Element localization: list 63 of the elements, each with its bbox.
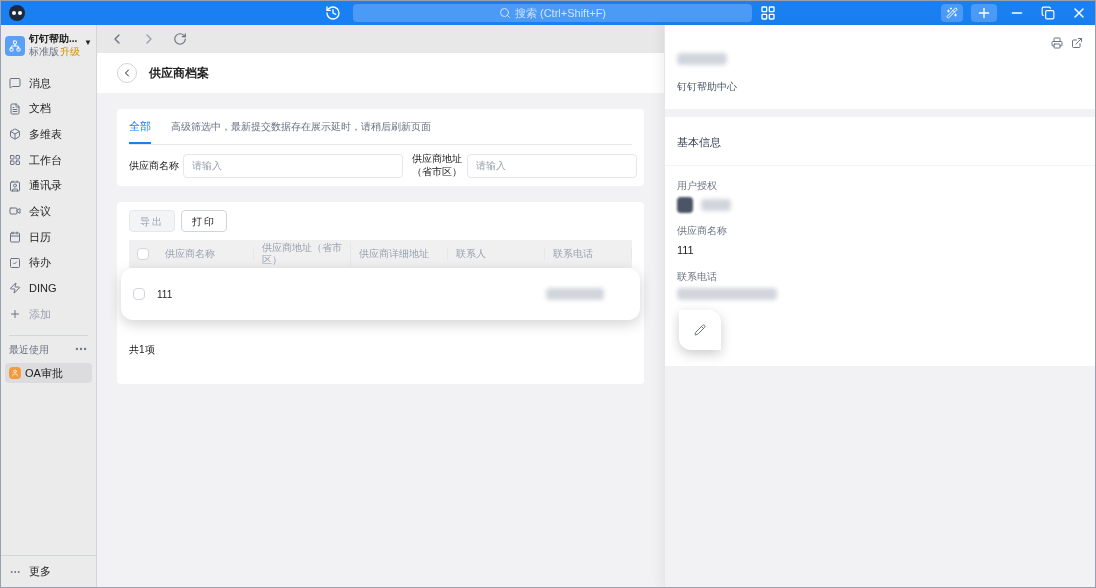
restore-icon[interactable] (1041, 6, 1055, 20)
grid-icon (9, 153, 21, 166)
field-label: 供应商名称 (677, 224, 728, 238)
print-icon[interactable] (1051, 37, 1063, 49)
share-icon[interactable] (1071, 37, 1083, 49)
contact-card-icon (9, 179, 21, 192)
avatar (677, 197, 693, 213)
magic-wand-button[interactable] (941, 4, 963, 22)
sidebar-item[interactable]: 待办 (1, 249, 96, 276)
sidebar-item[interactable]: 消息 (1, 70, 96, 96)
sidebar-item[interactable]: 会议 (1, 198, 96, 225)
toolbar-button[interactable]: 打印 (181, 210, 227, 232)
field-value: 111 (677, 243, 695, 258)
calendar-icon (9, 230, 21, 243)
magic-wand-icon (946, 7, 958, 19)
total-count: 共1项 (129, 344, 155, 355)
sidebar-item[interactable]: DING (1, 275, 96, 302)
message-icon (9, 76, 21, 89)
cube-icon (9, 128, 21, 141)
edition-label: 标准版 (29, 45, 59, 58)
document-icon (9, 102, 21, 115)
sidebar-item[interactable]: 通讯录 (1, 172, 96, 199)
filter-label: 供应商名称 (129, 159, 179, 173)
blurred-user-name (701, 199, 731, 211)
filter-input[interactable]: 请输入 (183, 153, 403, 178)
sidebar-item[interactable]: 工作台 (1, 147, 96, 173)
sidebar-item[interactable]: 文档 (1, 95, 96, 122)
pencil-icon (694, 323, 706, 336)
blurred-phone (546, 288, 604, 300)
apps-icon[interactable] (760, 5, 776, 21)
filter-label: 供应商地址（省市区） (411, 153, 463, 178)
checkbox-icon (9, 256, 21, 269)
search-icon (498, 7, 511, 19)
history-icon[interactable] (325, 5, 341, 21)
app-icon (9, 366, 21, 379)
table-cell-text: 111 (157, 287, 173, 302)
more-link[interactable]: 更多 (29, 563, 51, 580)
section-title: 基本信息 (677, 136, 721, 148)
checkbox[interactable] (137, 248, 149, 260)
page-title: 供应商档案 (149, 65, 209, 82)
section-title: 最近使用 (9, 342, 49, 357)
row-checkbox[interactable] (133, 288, 145, 300)
recent-item[interactable]: OA审批 (5, 362, 92, 383)
app-logo-icon[interactable] (9, 5, 25, 21)
blurred-name (677, 53, 727, 65)
plus-icon (9, 308, 21, 321)
field-label: 联系电话 (677, 269, 718, 284)
filter-input[interactable]: 请输入 (467, 153, 637, 178)
sidebar-item[interactable]: 多维表 (1, 121, 96, 148)
lightning-icon (9, 282, 21, 295)
video-icon (9, 205, 21, 218)
refresh-icon[interactable] (173, 32, 187, 46)
caret-icon[interactable]: ▼ (84, 37, 92, 49)
plus-icon (976, 5, 992, 21)
org-name[interactable]: 钉钉帮助... (29, 33, 80, 46)
sidebar-item[interactable]: 日历 (1, 224, 96, 250)
org-label: 钉钉帮助中心 (677, 81, 737, 92)
table-row[interactable]: 111 (121, 268, 640, 320)
add-button[interactable] (971, 4, 997, 22)
tab[interactable]: 全部 (129, 117, 151, 144)
org-avatar[interactable] (5, 35, 25, 56)
field-label: 用户授权 (677, 179, 718, 193)
filter-notice: 高级筛选中，最新提交数据存在展示延时，请稍后刷新页面 (171, 120, 431, 134)
